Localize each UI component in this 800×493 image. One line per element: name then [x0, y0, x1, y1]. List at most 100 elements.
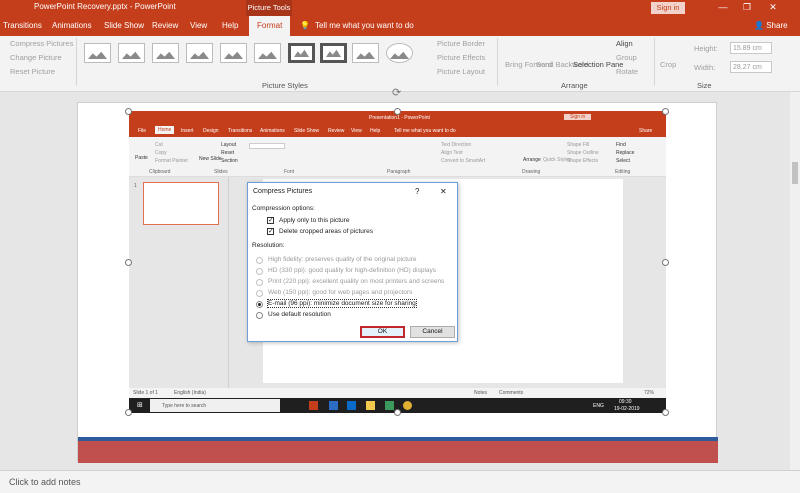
picture-style-3[interactable] — [152, 43, 179, 63]
compression-options-header: Compression options: — [252, 205, 315, 212]
inner-tab-slide-show: Slide Show — [294, 128, 320, 134]
resize-handle-bottom-left[interactable] — [125, 409, 132, 416]
reset-picture-button[interactable]: Reset Picture — [10, 67, 55, 76]
resize-handle-bottom[interactable] — [394, 409, 401, 416]
rotate-button[interactable]: Rotate — [616, 67, 638, 76]
compress-pictures-dialog: Compress Pictures ? ✕ Compression option… — [247, 182, 458, 342]
minimize-button[interactable]: — — [712, 0, 734, 16]
group-button[interactable]: Group — [616, 53, 637, 62]
picture-effects-button[interactable]: Picture Effects — [437, 53, 485, 62]
high-fidelity-radio[interactable] — [256, 257, 263, 264]
picture-style-10[interactable] — [386, 43, 413, 63]
resize-handle-top-right[interactable] — [662, 108, 669, 115]
resize-handle-bottom-right[interactable] — [662, 409, 669, 416]
sign-in-button[interactable]: Sign in — [651, 2, 685, 14]
inner-sign-in: Sign in — [564, 114, 592, 120]
inner-tab-design: Design — [203, 128, 219, 134]
picture-layout-button[interactable]: Picture Layout — [437, 67, 485, 76]
vertical-scrollbar[interactable] — [790, 92, 800, 470]
delete-cropped-checkbox[interactable] — [267, 227, 274, 235]
resize-handle-right[interactable] — [662, 259, 669, 266]
resize-handle-left[interactable] — [125, 259, 132, 266]
change-picture-button[interactable]: Change Picture — [10, 53, 62, 62]
inner-section: Section — [221, 158, 238, 164]
inner-slide-count: Slide 1 of 1 — [133, 390, 159, 396]
default-resolution-label: Use default resolution — [268, 311, 331, 318]
inner-tab-animations: Animations — [260, 128, 285, 134]
picture-style-1[interactable] — [84, 43, 111, 63]
width-input[interactable]: 28.27 cm — [730, 61, 772, 73]
person-icon: 👤 — [754, 21, 764, 30]
tell-me-text: Tell me what you want to do — [314, 21, 414, 30]
inner-ribbon: Paste Cut Copy Format Painter New Slide … — [129, 137, 666, 177]
inner-arrange: Arrange — [523, 157, 541, 163]
picture-style-7[interactable] — [288, 43, 315, 63]
size-group-label: Size — [697, 81, 712, 90]
inner-tab-help: Help — [370, 128, 381, 134]
inner-find: Find — [616, 142, 626, 148]
inner-shape-outline: Shape Outline — [567, 150, 599, 156]
picture-style-5[interactable] — [220, 43, 247, 63]
scrollbar-thumb[interactable] — [792, 162, 798, 184]
inner-group-paragraph: Paragraph — [387, 169, 411, 175]
inner-language: English (India) — [174, 390, 206, 396]
tab-view[interactable]: View — [190, 16, 207, 36]
rotate-handle-icon[interactable]: ⟳ — [392, 86, 401, 99]
chrome-taskbar-icon — [403, 401, 412, 410]
height-input[interactable]: 15.89 cm — [730, 42, 772, 54]
picture-style-2[interactable] — [118, 43, 145, 63]
tab-review[interactable]: Review — [152, 16, 178, 36]
picture-border-button[interactable]: Picture Border — [437, 39, 485, 48]
inner-group-font: Font — [284, 169, 295, 175]
inner-text-direction: Text Direction — [441, 142, 472, 148]
inner-tab-view: View — [351, 128, 362, 134]
hd-label: HD (330 ppi): good quality for high-defi… — [268, 267, 436, 274]
inner-share: Share — [639, 128, 653, 134]
picture-style-6[interactable] — [254, 43, 281, 63]
align-button[interactable]: Align — [616, 39, 633, 48]
inner-layout: Layout — [221, 142, 237, 148]
outlook-taskbar-icon — [347, 401, 356, 410]
tab-slide-show[interactable]: Slide Show — [104, 16, 144, 36]
apply-only-checkbox[interactable] — [267, 216, 274, 224]
group-separator — [76, 38, 77, 86]
picture-style-9[interactable] — [352, 43, 379, 63]
inner-tab-review: Review — [328, 128, 345, 134]
compress-pictures-button[interactable]: Compress Pictures — [10, 39, 73, 48]
hd-radio[interactable] — [256, 268, 263, 275]
tab-transitions[interactable]: Transitions — [3, 16, 42, 36]
tell-me-box[interactable]: 💡 Tell me what you want to do — [300, 16, 414, 36]
inner-shape-fill: Shape Fill — [567, 142, 590, 148]
default-resolution-radio[interactable] — [256, 312, 263, 319]
picture-style-8[interactable] — [320, 43, 347, 63]
share-button[interactable]: 👤 Share — [754, 16, 788, 36]
help-button[interactable]: ? — [415, 187, 419, 196]
resize-handle-top-left[interactable] — [125, 108, 132, 115]
taskbar-search-box: Type here to search — [150, 399, 280, 412]
share-label: Share — [766, 21, 788, 30]
web-radio[interactable] — [256, 290, 263, 297]
title-bar: PowerPoint Recovery.pptx - PowerPoint Pi… — [0, 0, 800, 16]
ok-button[interactable]: OK — [360, 326, 405, 338]
resize-handle-top[interactable] — [394, 108, 401, 115]
cancel-button[interactable]: Cancel — [410, 326, 455, 338]
inner-zoom: 72% — [644, 390, 655, 396]
print-radio[interactable] — [256, 279, 263, 286]
close-button[interactable]: ✕ — [762, 0, 784, 16]
app-taskbar-icon — [385, 401, 394, 410]
notes-pane[interactable]: Click to add notes — [0, 470, 800, 493]
inner-copy: Copy — [155, 150, 167, 156]
dialog-close-button[interactable]: ✕ — [440, 187, 447, 196]
email-radio[interactable] — [256, 301, 263, 308]
inner-tell-me: Tell me what you want to do — [394, 128, 456, 134]
print-label: Print (220 ppi): excellent quality on mo… — [268, 278, 445, 285]
tab-help[interactable]: Help — [222, 16, 238, 36]
picture-style-4[interactable] — [186, 43, 213, 63]
crop-button[interactable]: Crop — [660, 60, 676, 69]
inner-replace: Replace — [616, 150, 635, 156]
tab-format[interactable]: Format — [249, 16, 291, 36]
dialog-title: Compress Pictures — [253, 188, 313, 195]
width-label: Width: — [694, 63, 716, 72]
restore-button[interactable]: ❐ — [736, 0, 758, 16]
tab-animations[interactable]: Animations — [52, 16, 92, 36]
